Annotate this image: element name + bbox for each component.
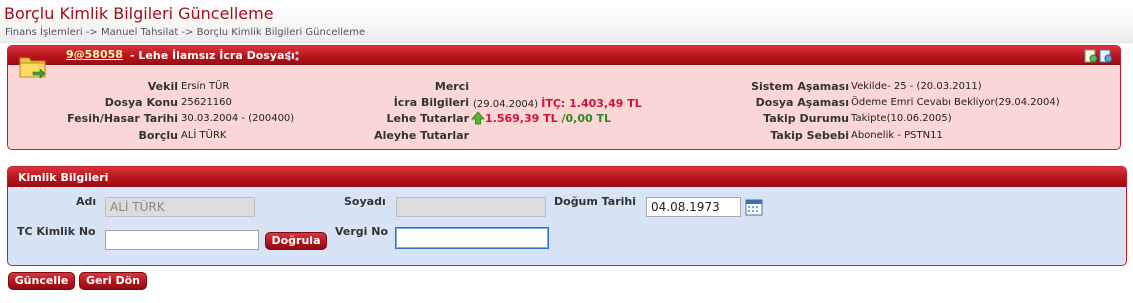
- aleyhe-label: Aleyhe Tutarlar: [374, 129, 469, 142]
- geri-don-button[interactable]: Geri Dön: [79, 272, 147, 290]
- page-title: Borçlu Kimlik Bilgileri Güncelleme: [4, 4, 274, 23]
- icra-values: (29.04.2004) İTÇ: 1.403,49 TL: [473, 97, 642, 110]
- takip-sebebi-value: Abonelik - PSTN11: [851, 130, 943, 141]
- icra-label: İcra Bilgileri: [393, 96, 469, 109]
- guncelle-button[interactable]: Güncelle: [8, 272, 75, 290]
- takip-durumu-label: Takip Durumu: [763, 112, 849, 125]
- sistem-asamasi-label: Sistem Aşaması: [751, 80, 849, 93]
- vekil-value: Ersin TÜR: [181, 81, 230, 92]
- up-arrow-icon: [471, 111, 485, 125]
- sistem-asamasi-value: Vekilde- 25 - (20.03.2011): [851, 81, 982, 92]
- vergi-no-input[interactable]: [395, 227, 549, 249]
- lehe-label: Lehe Tutarlar: [386, 112, 469, 125]
- breadcrumb: Finans İşlemleri -> Manuel Tahsilat -> B…: [5, 27, 366, 38]
- file-panel-header: 9@58058 - Lehe İlamsız İcra Dosyası: [8, 46, 1120, 65]
- dogum-tarihi-input[interactable]: [646, 197, 741, 217]
- dosya-asamasi-label: Dosya Aşaması: [755, 96, 849, 109]
- vekil-label: Vekil: [147, 80, 178, 93]
- file-number-link[interactable]: 9@58058: [66, 48, 123, 61]
- borclu-value: ALİ TÜRK: [181, 130, 227, 141]
- dogrula-button[interactable]: Doğrula: [265, 232, 327, 250]
- borclu-label: Borçlu: [138, 129, 179, 142]
- status-dots-icon: [287, 51, 299, 61]
- dosya-konu-value: 25621160: [181, 97, 232, 108]
- lehe-amount: 1.569,39 TL: [485, 112, 558, 125]
- adi-input[interactable]: [105, 197, 255, 217]
- adi-label: Adı: [76, 195, 97, 208]
- tc-kimlik-label: TC Kimlik No: [17, 225, 96, 238]
- calendar-icon[interactable]: [745, 198, 763, 216]
- title-bar: Borçlu Kimlik Bilgileri Güncelleme Finan…: [0, 0, 1133, 43]
- identity-panel: Kimlik Bilgileri Adı Soyadı Doğum Tarihi…: [7, 166, 1127, 266]
- fesih-value: 30.03.2004 - (200400): [181, 113, 295, 124]
- dogum-tarihi-label: Doğum Tarihi: [554, 195, 636, 208]
- folder-arrow-icon: [19, 57, 46, 79]
- takip-sebebi-label: Takip Sebebi: [770, 129, 849, 142]
- identity-panel-header: Kimlik Bilgileri: [8, 167, 1126, 187]
- document-settings-icon[interactable]: [1099, 49, 1113, 63]
- merci-label: Merci: [434, 80, 469, 93]
- lehe-values: 1.569,39 TL /0,00 TL: [471, 111, 611, 125]
- icra-itc-amount: İTÇ: 1.403,49 TL: [541, 97, 642, 110]
- tc-kimlik-input[interactable]: [105, 230, 259, 250]
- icra-date: (29.04.2004): [473, 99, 539, 110]
- dosya-asamasi-value: Ödeme Emri Cevabı Bekliyor(29.04.2004): [851, 97, 1060, 108]
- file-type-label: - Lehe İlamsız İcra Dosyası: [130, 49, 295, 62]
- dosya-konu-label: Dosya Konu: [104, 96, 178, 109]
- takip-durumu-value: Takipte(10.06.2005): [851, 113, 952, 124]
- vergi-no-label: Vergi No: [335, 225, 389, 238]
- file-summary-panel: 9@58058 - Lehe İlamsız İcra Dosyası Veki…: [7, 45, 1121, 150]
- identity-panel-title: Kimlik Bilgileri: [18, 171, 109, 184]
- soyadi-label: Soyadı: [344, 195, 386, 208]
- fesih-label: Fesih/Hasar Tarihi: [67, 112, 178, 125]
- lehe-second-amount: 0,00 TL: [565, 112, 611, 125]
- refresh-document-icon[interactable]: [1084, 49, 1098, 63]
- soyadi-input[interactable]: [396, 197, 546, 217]
